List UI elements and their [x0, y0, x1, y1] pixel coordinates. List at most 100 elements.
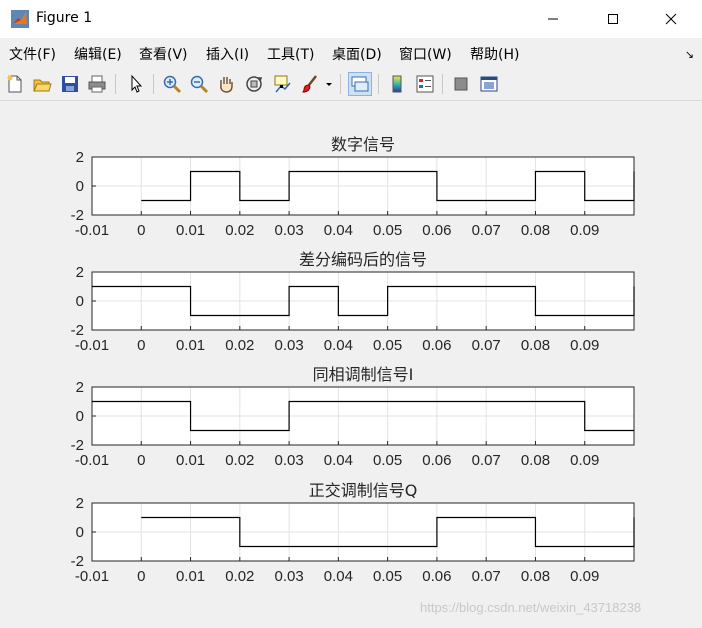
y-tick-label: -2 — [71, 553, 84, 570]
y-tick-label: 0 — [76, 408, 84, 425]
subplot-title: 正交调制信号Q — [309, 481, 418, 500]
x-tick-label: 0 — [137, 337, 145, 354]
subplot-1[interactable]: -0.01 0 0.01 0.02 0.03 0.04 0.05 0.06 0.07 0.08 0.… — [71, 135, 635, 239]
x-tick-label: 0.04 — [324, 337, 353, 354]
x-tick-label: 0.07 — [472, 222, 501, 239]
toolbar-separator — [340, 74, 341, 94]
menu-desktop[interactable]: 桌面(D) — [332, 44, 382, 64]
x-tick-label: 0.02 — [225, 337, 254, 354]
x-tick-label: 0.01 — [176, 337, 205, 354]
menu-view[interactable]: 查看(V) — [139, 44, 188, 64]
close-button[interactable] — [648, 0, 694, 38]
x-tick-label: 0.03 — [274, 568, 303, 585]
toolbar — [0, 68, 702, 101]
brush-dropdown-icon[interactable] — [322, 72, 336, 96]
y-tick-label: -2 — [71, 322, 84, 339]
figure-canvas: -0.01 0 0.01 0.02 0.03 0.04 0.05 0.06 0.07 0.08 0.… — [71, 135, 635, 585]
x-tick-label: 0.08 — [521, 568, 550, 585]
x-tick-label: 0.09 — [570, 452, 599, 469]
minimize-button[interactable] — [530, 0, 576, 38]
rotate-3d-icon[interactable] — [242, 72, 266, 96]
maximize-icon — [608, 14, 618, 24]
zoom-in-icon[interactable] — [160, 72, 184, 96]
subplot-4[interactable]: -0.01 0 0.01 0.02 0.03 0.04 0.05 0.06 0.07 0.08 0.… — [71, 481, 635, 585]
x-tick-label: 0.07 — [472, 337, 501, 354]
x-tick-label: 0.09 — [570, 337, 599, 354]
y-tick-label: -2 — [71, 207, 84, 224]
dock-arrow-icon[interactable]: ↘ — [685, 48, 694, 61]
x-tick-label: 0.05 — [373, 452, 402, 469]
x-tick-label: 0.05 — [373, 337, 402, 354]
x-tick-label: -0.01 — [75, 568, 109, 585]
y-tick-label: 0 — [76, 524, 84, 541]
save-icon[interactable] — [58, 72, 82, 96]
menu-tools[interactable]: 工具(T) — [267, 44, 314, 64]
x-tick-label: 0 — [137, 568, 145, 585]
menu-help[interactable]: 帮助(H) — [470, 44, 519, 64]
menu-insert[interactable]: 插入(I) — [206, 44, 249, 64]
x-tick-label: 0.08 — [521, 337, 550, 354]
subplot-title: 同相调制信号I — [313, 365, 414, 384]
x-tick-label: 0.06 — [422, 337, 451, 354]
x-tick-label: 0 — [137, 222, 145, 239]
y-tick-label: 2 — [76, 149, 84, 166]
brush-icon[interactable] — [298, 72, 322, 96]
x-tick-label: 0.09 — [570, 222, 599, 239]
new-figure-icon[interactable] — [3, 72, 27, 96]
x-tick-label: 0.01 — [176, 222, 205, 239]
menu-bar: 文件(F) 编辑(E) 查看(V) 插入(I) 工具(T) 桌面(D) 窗口(W… — [0, 38, 702, 68]
y-tick-label: 0 — [76, 178, 84, 195]
x-tick-label: 0.09 — [570, 568, 599, 585]
matlab-logo-icon — [10, 9, 30, 29]
x-tick-label: 0.08 — [521, 452, 550, 469]
print-icon[interactable] — [85, 72, 109, 96]
x-tick-label: 0.04 — [324, 568, 353, 585]
x-tick-label: 0.06 — [422, 452, 451, 469]
link-plot-icon[interactable] — [348, 72, 372, 96]
open-file-icon[interactable] — [30, 72, 54, 96]
y-tick-label: 2 — [76, 264, 84, 281]
x-tick-label: 0.03 — [274, 452, 303, 469]
x-tick-label: 0.08 — [521, 222, 550, 239]
x-tick-label: 0.07 — [472, 452, 501, 469]
menu-window[interactable]: 窗口(W) — [399, 44, 452, 64]
menu-file[interactable]: 文件(F) — [9, 44, 56, 64]
subplot-3[interactable]: -0.01 0 0.01 0.02 0.03 0.04 0.05 0.06 0.07 0.08 0.… — [71, 365, 635, 469]
x-tick-label: 0.01 — [176, 568, 205, 585]
toolbar-separator — [115, 74, 116, 94]
show-plot-tools-icon[interactable] — [477, 72, 501, 96]
x-tick-label: 0.05 — [373, 222, 402, 239]
x-tick-label: 0.06 — [422, 568, 451, 585]
close-icon — [665, 13, 677, 25]
minimize-icon — [548, 18, 558, 20]
legend-icon[interactable] — [413, 72, 437, 96]
toolbar-separator — [442, 74, 443, 94]
subplot-2[interactable]: -0.01 0 0.01 0.02 0.03 0.04 0.05 0.06 0.07 0.08 0.… — [71, 250, 635, 354]
title-bar: Figure 1 — [0, 0, 702, 38]
hide-plot-tools-icon[interactable] — [449, 72, 473, 96]
x-tick-label: 0.02 — [225, 222, 254, 239]
toolbar-separator — [153, 74, 154, 94]
x-tick-label: 0.04 — [324, 452, 353, 469]
maximize-button[interactable] — [590, 0, 636, 38]
x-tick-label: 0.02 — [225, 452, 254, 469]
data-cursor-icon[interactable] — [270, 72, 294, 96]
menu-edit[interactable]: 编辑(E) — [74, 44, 122, 64]
toolbar-separator — [378, 74, 379, 94]
x-tick-label: -0.01 — [75, 452, 109, 469]
x-tick-label: 0.03 — [274, 337, 303, 354]
x-tick-label: -0.01 — [75, 222, 109, 239]
subplot-title: 数字信号 — [331, 135, 395, 154]
x-tick-label: 0.02 — [225, 568, 254, 585]
x-tick-label: 0.06 — [422, 222, 451, 239]
pointer-icon[interactable] — [124, 72, 148, 96]
x-tick-label: 0.03 — [274, 222, 303, 239]
x-tick-label: -0.01 — [75, 337, 109, 354]
colorbar-icon[interactable] — [385, 72, 409, 96]
zoom-out-icon[interactable] — [187, 72, 211, 96]
y-tick-label: -2 — [71, 437, 84, 454]
window-title: Figure 1 — [36, 10, 93, 26]
x-tick-label: 0.04 — [324, 222, 353, 239]
pan-hand-icon[interactable] — [214, 72, 238, 96]
x-tick-label: 0.07 — [472, 568, 501, 585]
